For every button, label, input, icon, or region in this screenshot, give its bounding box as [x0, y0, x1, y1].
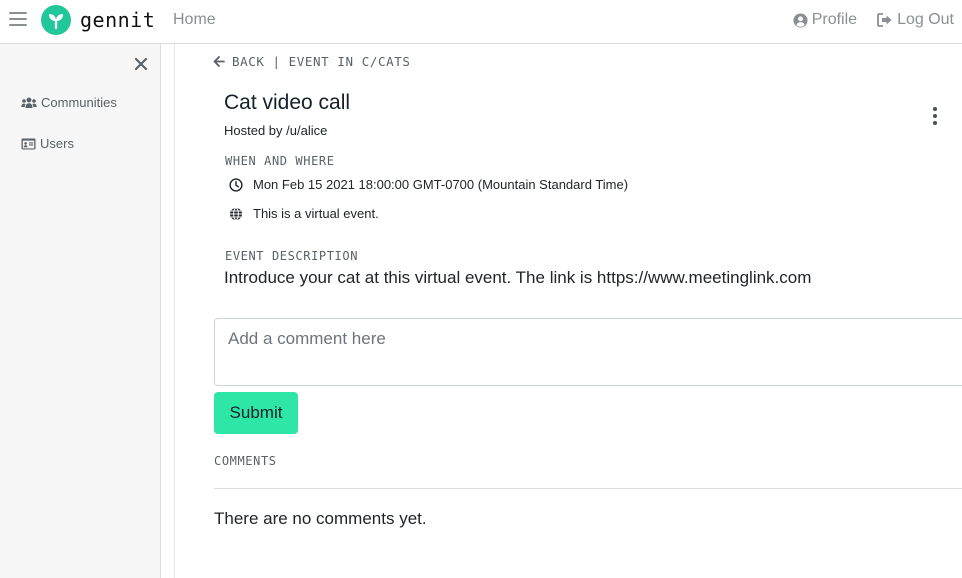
sign-out-icon — [877, 13, 892, 27]
brand-name[interactable]: gennit — [80, 8, 155, 32]
sidebar-gutter — [161, 44, 175, 578]
users-icon — [21, 97, 37, 108]
back-label: BACK — [232, 54, 265, 69]
comments-divider — [214, 488, 962, 489]
event-context[interactable]: EVENT IN C/CATS — [289, 54, 411, 69]
event-description: Introduce your cat at this virtual event… — [224, 268, 812, 287]
sprout-logo[interactable] — [41, 5, 71, 35]
event-datetime-row: Mon Feb 15 2021 18:00:00 GMT-0700 (Mount… — [229, 177, 628, 192]
breadcrumb-separator: | — [272, 54, 281, 69]
close-icon[interactable] — [134, 57, 148, 71]
event-description-label: EVENT DESCRIPTION — [225, 249, 359, 263]
arrow-left-icon — [213, 56, 225, 67]
sidebar-item-communities[interactable]: Communities — [21, 95, 117, 110]
top-navbar: gennit Home Profile Log Out — [0, 0, 962, 44]
comment-input[interactable] — [214, 318, 962, 386]
breadcrumb: BACK | EVENT IN C/CATS — [213, 54, 411, 69]
nav-home-link[interactable]: Home — [173, 11, 216, 29]
back-link[interactable]: BACK — [213, 54, 265, 69]
event-location: This is a virtual event. — [253, 206, 379, 221]
profile-label: Profile — [811, 11, 858, 28]
logout-label: Log Out — [897, 11, 954, 28]
more-options-icon[interactable] — [930, 107, 940, 127]
no-comments-text: There are no comments yet. — [214, 509, 427, 528]
sidebar: Communities Users — [0, 44, 161, 578]
nav-right: Profile Log Out — [793, 11, 954, 29]
hosted-by: Hosted by /u/alice — [224, 123, 327, 138]
event-datetime: Mon Feb 15 2021 18:00:00 GMT-0700 (Mount… — [253, 177, 629, 192]
user-circle-icon — [793, 12, 808, 28]
sidebar-item-label: Communities — [41, 95, 117, 110]
globe-icon — [230, 207, 242, 220]
event-title: Cat video call — [224, 91, 351, 114]
sidebar-item-users[interactable]: Users — [21, 136, 74, 151]
hosted-by-prefix: Hosted by — [224, 123, 283, 138]
logout-link[interactable]: Log Out — [877, 11, 954, 29]
id-card-icon — [21, 138, 36, 149]
event-location-row: This is a virtual event. — [229, 206, 379, 221]
profile-link[interactable]: Profile — [793, 11, 857, 29]
when-where-label: WHEN AND WHERE — [225, 154, 335, 168]
host-link[interactable]: /u/alice — [286, 123, 327, 138]
submit-button[interactable]: Submit — [214, 392, 298, 434]
hamburger-icon[interactable] — [9, 12, 27, 28]
sidebar-item-label: Users — [40, 136, 74, 151]
comments-label: COMMENTS — [214, 454, 277, 468]
clock-icon — [229, 177, 243, 192]
